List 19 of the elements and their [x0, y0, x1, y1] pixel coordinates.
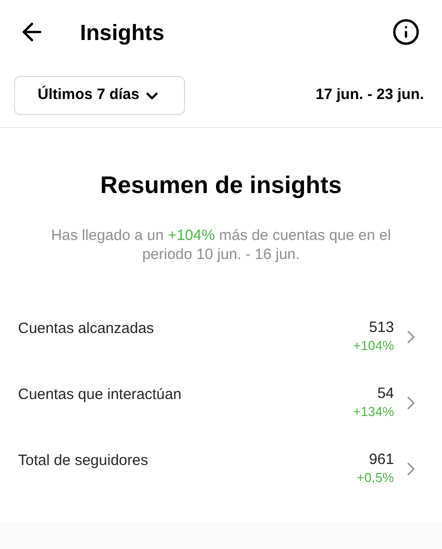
metric-value: 961 [368, 451, 394, 469]
metric-change: +104% [353, 337, 394, 355]
metric-row[interactable]: Cuentas que interactúan 54 +134% [0, 370, 442, 436]
metric-label: Total de seguidores [18, 450, 148, 471]
page-title: Insights [80, 18, 164, 47]
date-range: 17 jun. - 23 jun. [316, 85, 424, 106]
metric-row[interactable]: Cuentas alcanzadas 513 +104% [0, 304, 442, 370]
metric-value: 54 [377, 385, 394, 403]
metric-change: +0,5% [356, 469, 394, 487]
metric-value: 513 [368, 319, 394, 337]
metric-label: Cuentas alcanzadas [18, 318, 154, 339]
summary-text: Has llegado a un +104% más de cuentas que en el periodo 10 jun. - 16 jun. [50, 226, 392, 264]
metric-change: +134% [353, 403, 394, 421]
metric-label: Cuentas que interactúan [18, 384, 182, 405]
info-button[interactable] [392, 18, 420, 46]
summary-title: Resumen de insights [100, 171, 342, 201]
metric-row[interactable]: Total de seguidores 961 +0,5% [0, 436, 442, 502]
info-icon [392, 18, 420, 46]
period-dropdown[interactable]: Últimos 7 días [14, 76, 185, 115]
